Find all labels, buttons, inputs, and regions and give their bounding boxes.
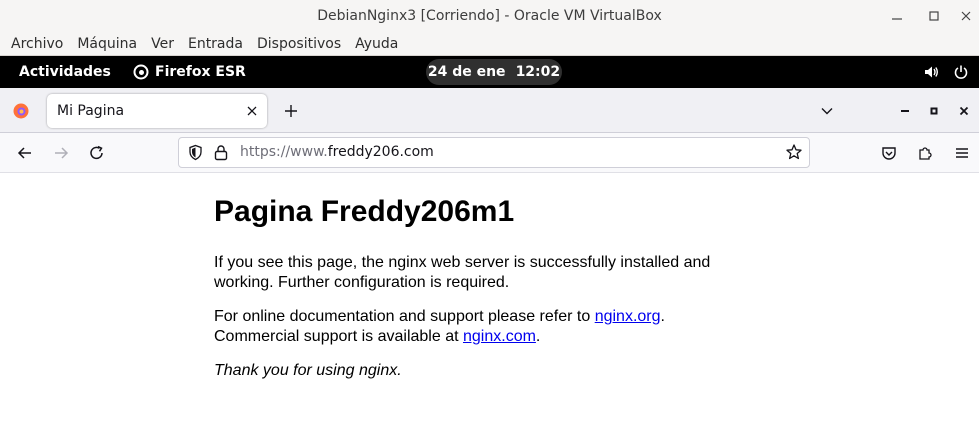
menu-ayuda[interactable]: Ayuda <box>348 33 405 56</box>
web-page-content: Pagina Freddy206m1 If you see this page,… <box>0 173 979 433</box>
restore-icon <box>930 107 938 115</box>
clock-button[interactable]: 24 de ene 12:02 <box>426 59 562 85</box>
menu-hamburger-icon[interactable] <box>953 144 971 162</box>
close-icon <box>959 106 969 116</box>
back-icon[interactable] <box>16 144 34 162</box>
forward-icon[interactable] <box>52 144 70 162</box>
system-tray[interactable] <box>923 56 969 88</box>
url-host: freddy206.com <box>327 144 434 160</box>
close-window-button[interactable] <box>953 4 979 28</box>
power-icon <box>954 65 968 79</box>
minimize-button[interactable] <box>884 4 910 28</box>
firefox-view-icon[interactable] <box>12 102 30 120</box>
lock-icon[interactable] <box>213 144 229 161</box>
virtualbox-menu-bar: Archivo Máquina Ver Entrada Dispositivos… <box>0 33 979 56</box>
commercial-text: Commercial support is available at <box>214 327 463 345</box>
nginx-com-link[interactable]: nginx.com <box>463 328 536 345</box>
virtualbox-title-bar: DebianNginx3 [Corriendo] - Oracle VM Vir… <box>0 0 979 33</box>
menu-entrada[interactable]: Entrada <box>181 33 250 56</box>
menu-ver[interactable]: Ver <box>144 33 181 56</box>
browser-minimize-button[interactable] <box>896 102 914 120</box>
thanks-paragraph: Thank you for using nginx. <box>214 362 402 379</box>
menu-dispositivos[interactable]: Dispositivos <box>250 33 348 56</box>
tab-title: Mi Pagina <box>57 103 125 119</box>
bookmark-star-icon[interactable] <box>785 143 803 161</box>
app-name: Firefox ESR <box>155 64 246 80</box>
url-text[interactable]: https://www.freddy206.com <box>240 138 434 167</box>
volume-icon <box>925 66 938 78</box>
intro-paragraph: If you see this page, the nginx web serv… <box>214 254 711 291</box>
url-protocol: https://www. <box>240 144 328 160</box>
chevron-down-icon[interactable] <box>818 102 836 120</box>
page-heading: Pagina Freddy206m1 <box>214 195 515 228</box>
clock-time: 12:02 <box>515 64 561 80</box>
gnome-top-bar: Actividades Firefox ESR 24 de ene 12:02 <box>0 56 979 88</box>
close-icon <box>961 11 971 21</box>
menu-archivo[interactable]: Archivo <box>4 33 70 56</box>
firefox-tab-strip: Mi Pagina <box>0 88 979 133</box>
reload-icon[interactable] <box>88 144 106 162</box>
tab-mi-pagina[interactable]: Mi Pagina <box>47 94 267 128</box>
support-text: For online documentation and support ple… <box>214 308 595 325</box>
new-tab-icon[interactable] <box>282 102 300 120</box>
minimize-icon <box>892 18 902 20</box>
firefox-icon <box>133 64 149 80</box>
support-punct: . <box>660 308 665 325</box>
tab-close-icon[interactable] <box>245 104 259 118</box>
activities-button[interactable]: Actividades <box>19 56 111 88</box>
pocket-icon[interactable] <box>880 144 898 162</box>
window-title: DebianNginx3 [Corriendo] - Oracle VM Vir… <box>317 8 662 24</box>
maximize-button[interactable] <box>921 4 947 28</box>
browser-restore-button[interactable] <box>925 102 943 120</box>
nginx-org-link[interactable]: nginx.org <box>595 308 661 325</box>
minimize-icon <box>901 110 909 112</box>
commercial-punct: . <box>535 327 541 345</box>
menu-maquina[interactable]: Máquina <box>70 33 144 56</box>
clock-date: 24 de ene <box>427 64 506 80</box>
app-menu-button[interactable]: Firefox ESR <box>133 56 246 88</box>
extensions-icon[interactable] <box>916 144 934 162</box>
firefox-nav-bar: https://www.freddy206.com <box>0 133 979 173</box>
url-bar[interactable]: https://www.freddy206.com <box>178 137 810 168</box>
support-paragraph: For online documentation and support ple… <box>214 307 734 346</box>
shield-icon[interactable] <box>187 144 204 161</box>
browser-close-button[interactable] <box>955 102 973 120</box>
maximize-icon <box>929 11 939 21</box>
